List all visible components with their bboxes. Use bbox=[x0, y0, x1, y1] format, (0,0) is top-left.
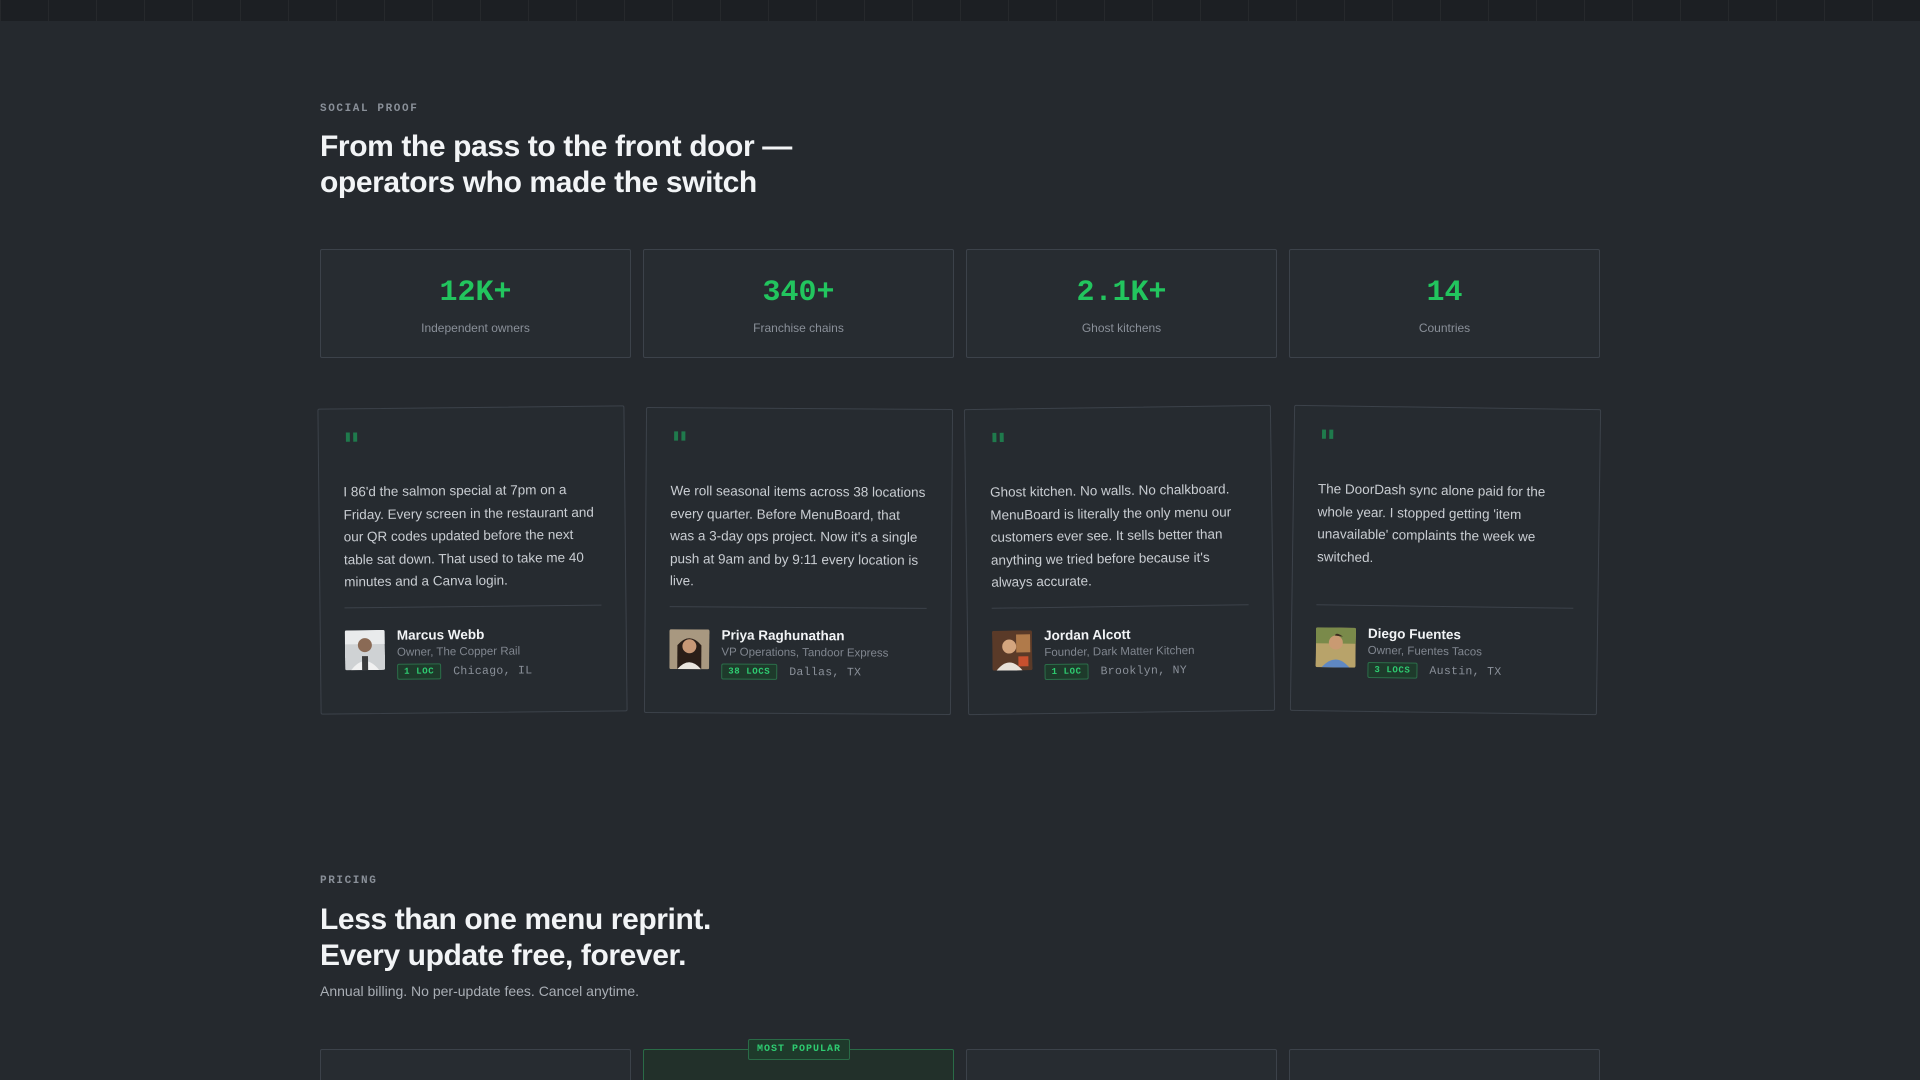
top-bar bbox=[0, 0, 1920, 21]
author-name: Marcus Webb bbox=[396, 626, 485, 643]
stats-row: 12K+ Independent owners 340+ Franchise c… bbox=[320, 249, 1600, 358]
stat-label: Franchise chains bbox=[753, 321, 844, 335]
author-name: Priya Raghunathan bbox=[721, 627, 845, 644]
headline-line-2: Every update free, forever. bbox=[320, 939, 687, 972]
quote-mark-icon: " bbox=[1318, 423, 1337, 464]
stat-card: 14 Countries bbox=[1289, 249, 1600, 358]
location-count-badge: 1 LOC bbox=[1044, 663, 1089, 681]
social-proof-headline: From the pass to the front door — operat… bbox=[320, 129, 1020, 201]
author-name: Jordan Alcott bbox=[1043, 626, 1131, 644]
author-block: Priya Raghunathan VP Operations, Tandoor… bbox=[669, 627, 926, 681]
author-role: Owner, The Copper Rail bbox=[396, 645, 521, 659]
stat-card: 340+ Franchise chains bbox=[643, 249, 954, 358]
most-popular-badge: MOST POPULAR bbox=[748, 1039, 850, 1060]
testimonial-card: " I 86'd the salmon special at 7pm on a … bbox=[317, 405, 628, 715]
author-location: Chicago, IL bbox=[453, 663, 533, 678]
avatar bbox=[344, 629, 386, 671]
location-count-badge: 1 LOC bbox=[397, 663, 442, 680]
divider bbox=[1316, 604, 1574, 609]
stat-label: Ghost kitchens bbox=[1081, 321, 1162, 335]
author-location: Austin, TX bbox=[1429, 664, 1502, 679]
author-role: Founder, Dark Matter Kitchen bbox=[1044, 644, 1195, 660]
pricing-subtext: Annual billing. No per-update fees. Canc… bbox=[320, 983, 640, 999]
stat-value: 12K+ bbox=[439, 276, 512, 310]
quote-mark-icon: " bbox=[989, 426, 1008, 467]
headline-line-2: operators who made the switch bbox=[320, 166, 757, 199]
plan-card[interactable] bbox=[320, 1049, 631, 1080]
social-proof-eyebrow: SOCIAL PROOF bbox=[320, 103, 419, 115]
testimonial-quote: We roll seasonal items across 38 locatio… bbox=[669, 483, 926, 589]
testimonial-card: " We roll seasonal items across 38 locat… bbox=[643, 406, 954, 716]
quote-mark-icon: " bbox=[670, 425, 689, 466]
stat-value: 2.1K+ bbox=[1076, 276, 1167, 310]
author-location: Brooklyn, NY bbox=[1100, 663, 1188, 678]
author-location: Dallas, TX bbox=[789, 665, 862, 679]
divider bbox=[344, 604, 602, 609]
testimonial-quote: I 86'd the salmon special at 7pm on a Fr… bbox=[343, 482, 594, 590]
pricing-headline: Less than one menu reprint. Every update… bbox=[320, 902, 1020, 974]
stat-label: Independent owners bbox=[421, 321, 530, 335]
stat-card: 2.1K+ Ghost kitchens bbox=[966, 249, 1277, 358]
testimonial-quote: The DoorDash sync alone paid for the who… bbox=[1316, 481, 1546, 565]
plan-card[interactable] bbox=[966, 1049, 1277, 1080]
author-role: Owner, Fuentes Tacos bbox=[1367, 644, 1483, 659]
stat-value: 340+ bbox=[762, 276, 835, 310]
testimonial-quote: Ghost kitchen. No walls. No chalkboard. … bbox=[989, 481, 1232, 590]
testimonial-card: " Ghost kitchen. No walls. No chalkboard… bbox=[963, 404, 1276, 716]
avatar bbox=[669, 629, 710, 670]
plan-card[interactable] bbox=[1289, 1049, 1600, 1080]
stat-card: 12K+ Independent owners bbox=[320, 249, 631, 358]
author-block: Diego Fuentes Owner, Fuentes Tacos 3 LOC… bbox=[1315, 625, 1573, 681]
location-count-badge: 3 LOCS bbox=[1367, 661, 1418, 679]
divider bbox=[991, 604, 1249, 609]
location-count-badge: 38 LOCS bbox=[721, 663, 778, 680]
quote-mark-icon: " bbox=[342, 426, 361, 467]
stat-label: Countries bbox=[1418, 321, 1471, 335]
divider bbox=[669, 606, 927, 609]
pricing-eyebrow: PRICING bbox=[320, 875, 378, 887]
author-name: Diego Fuentes bbox=[1367, 625, 1462, 643]
author-role: VP Operations, Tandoor Express bbox=[721, 646, 889, 660]
author-block: Marcus Webb Owner, The Copper Rail 1 LOC… bbox=[344, 626, 603, 681]
author-block: Jordan Alcott Founder, Dark Matter Kitch… bbox=[991, 625, 1250, 681]
headline-line-1: Less than one menu reprint. bbox=[320, 903, 711, 936]
testimonial-card: " The DoorDash sync alone paid for the w… bbox=[1289, 404, 1602, 716]
headline-line-1: From the pass to the front door — bbox=[320, 130, 792, 163]
avatar bbox=[1315, 627, 1357, 668]
avatar bbox=[991, 630, 1033, 671]
stat-value: 14 bbox=[1426, 276, 1463, 310]
